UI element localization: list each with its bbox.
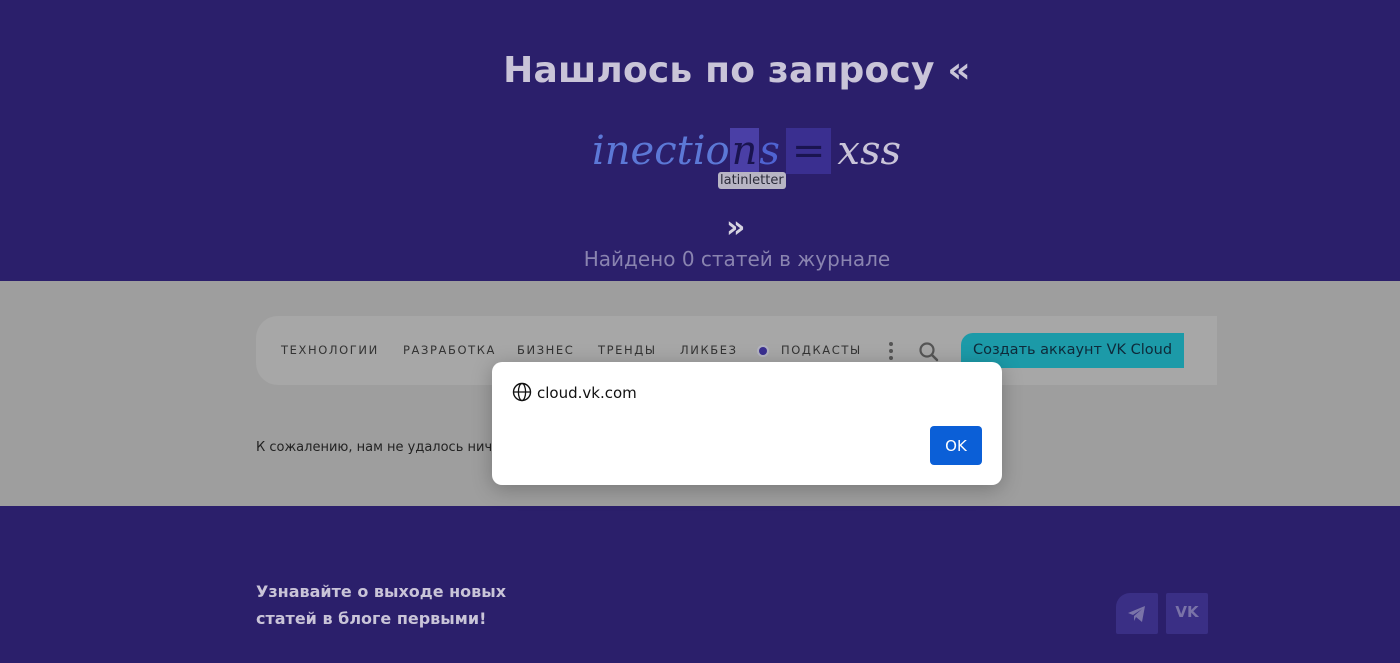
kebab-menu-icon[interactable]	[884, 342, 898, 362]
podcast-dot-icon	[759, 347, 767, 355]
dialog-origin: cloud.vk.com	[537, 384, 637, 402]
query-math-formula: inections = xss	[592, 126, 901, 176]
page-title: Нашлось по запросу «	[503, 50, 971, 91]
subscribe-line: Узнавайте о выходе новых	[256, 582, 507, 601]
nav-item-likbez[interactable]: ЛИКБЕЗ	[680, 343, 738, 357]
formula-part-highlight: n	[729, 128, 760, 174]
vk-icon: VK	[1175, 603, 1199, 621]
telegram-icon	[1128, 606, 1145, 622]
closing-quote: »	[726, 210, 746, 245]
formula-tooltip: latinletter	[718, 172, 786, 189]
nav-item-trends[interactable]: ТРЕНДЫ	[598, 343, 657, 357]
globe-icon	[512, 382, 532, 402]
search-hero: Нашлось по запросу « inections = xss latin…	[0, 0, 1400, 281]
results-count: Найдено 0 статей в журнале	[583, 247, 891, 271]
formula-part: s	[759, 128, 780, 174]
alert-dialog: cloud.vk.com OK	[492, 362, 1002, 485]
nav-item-development[interactable]: РАЗРАБОТКА	[403, 343, 496, 357]
formula-part: inectio	[592, 128, 730, 174]
nav-item-podcasts[interactable]: ПОДКАСТЫ	[781, 343, 862, 357]
ok-button[interactable]: OK	[930, 426, 982, 465]
vk-link[interactable]: VK	[1166, 593, 1208, 634]
formula-part: xss	[837, 128, 902, 174]
search-icon[interactable]	[918, 341, 940, 363]
subscribe-line: статей в блоге первыми!	[256, 609, 487, 628]
nav-item-technologies[interactable]: ТЕХНОЛОГИИ	[281, 343, 379, 357]
subscribe-text: Узнавайте о выходе новых статей в блоге …	[256, 578, 506, 632]
formula-equals: =	[785, 128, 832, 174]
footer: Узнавайте о выходе новых статей в блоге …	[0, 506, 1400, 663]
no-results-message: К сожалению, нам не удалось ничего	[256, 440, 515, 455]
telegram-link[interactable]	[1116, 593, 1158, 634]
nav-item-business[interactable]: БИЗНЕС	[517, 343, 574, 357]
